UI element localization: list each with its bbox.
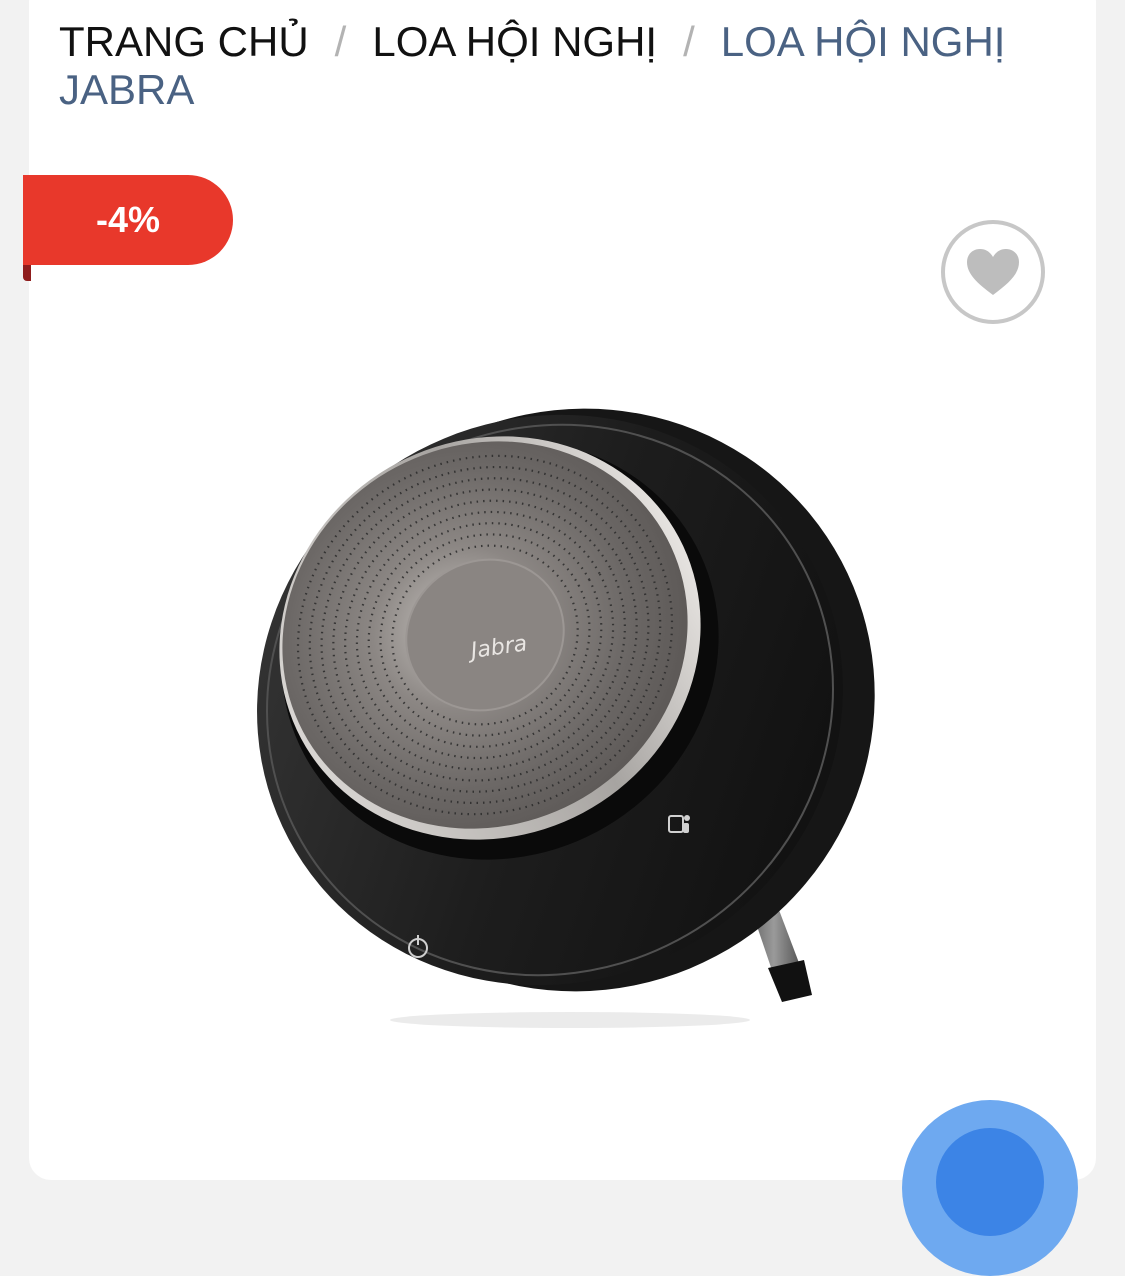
breadcrumb-separator: /	[334, 18, 347, 65]
wishlist-button[interactable]	[941, 220, 1045, 324]
breadcrumb-separator: /	[683, 18, 695, 65]
chat-icon	[936, 1128, 1044, 1236]
breadcrumb-category-link[interactable]: LOA HỘI NGHỊ	[372, 18, 657, 65]
discount-badge-fold	[23, 265, 31, 281]
discount-badge: -4%	[23, 175, 233, 265]
breadcrumb: TRANG CHỦ / LOA HỘI NGHỊ / LOA HỘI NGHỊ JABR…	[59, 18, 1059, 114]
breadcrumb-home-link[interactable]: TRANG CHỦ	[59, 18, 309, 65]
heart-icon	[967, 249, 1019, 295]
chat-fab-button[interactable]	[902, 1100, 1078, 1276]
product-image-speakerphone[interactable]: Jabra	[200, 370, 920, 1050]
